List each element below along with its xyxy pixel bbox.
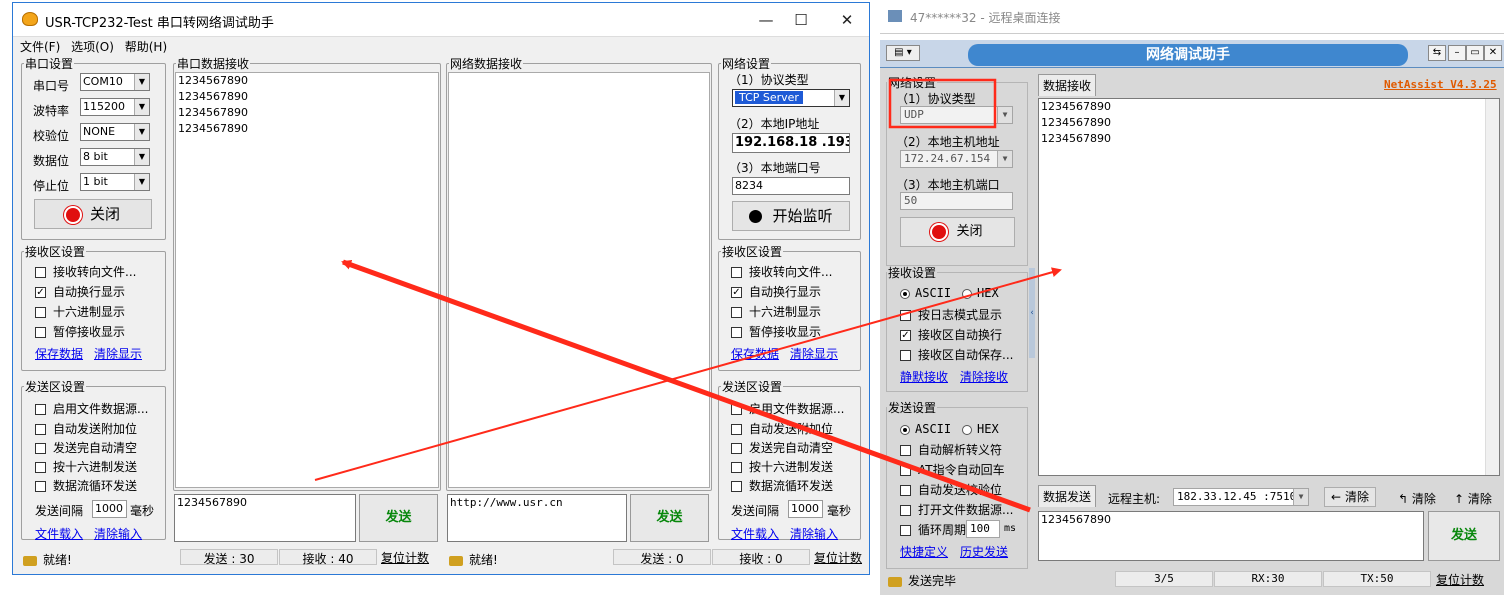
arrow-to-remote-recv: [314, 267, 1062, 481]
arrow-to-serial-recv: [341, 259, 1031, 513]
annotation-overlay: [314, 78, 1062, 513]
highlight-box: [888, 78, 997, 129]
